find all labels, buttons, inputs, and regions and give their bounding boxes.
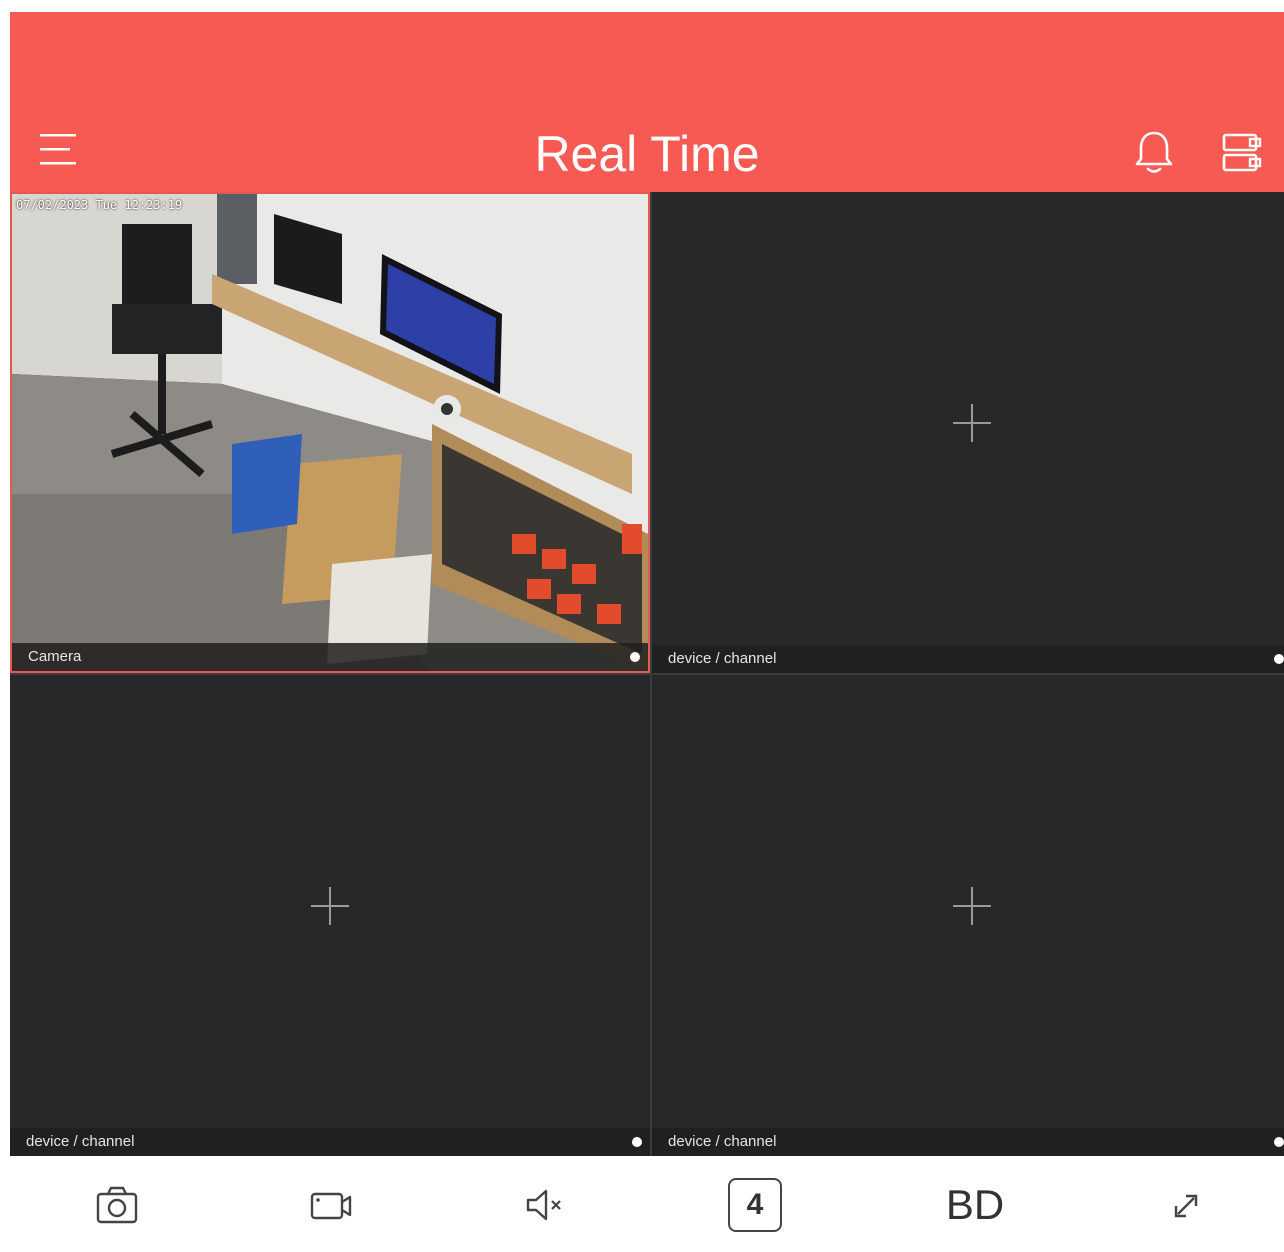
status-dot (632, 1137, 642, 1147)
bell-icon[interactable] (1132, 128, 1176, 176)
add-channel-icon[interactable] (311, 886, 349, 925)
status-dot (1274, 654, 1284, 664)
cell-label: device / channel (668, 1133, 777, 1150)
video-cell-3[interactable]: device / channel (10, 675, 650, 1156)
camera-feed: 07/02/2023 Tue 12:23:19 (12, 194, 648, 671)
camera-timestamp: 07/02/2023 Tue 12:23:19 (16, 198, 183, 212)
cell-footer: device / channel (652, 645, 1284, 673)
add-channel-icon[interactable] (953, 403, 991, 442)
status-dot (630, 652, 640, 662)
cell-label: device / channel (26, 1133, 135, 1150)
device-list-icon[interactable] (1222, 132, 1264, 174)
camera-icon[interactable] (86, 1178, 146, 1232)
expand-icon[interactable] (1156, 1178, 1216, 1232)
cell-footer: Camera (12, 643, 648, 671)
stream-quality-button[interactable]: BD (930, 1178, 1020, 1232)
video-record-icon[interactable] (300, 1178, 360, 1232)
cell-footer: device / channel (652, 1128, 1284, 1156)
bottom-toolbar: 4 BD (10, 1156, 1284, 1252)
video-cell-2[interactable]: device / channel (652, 192, 1284, 673)
cell-label: Camera (28, 648, 82, 665)
video-grid: 07/02/2023 Tue 12:23:19 Camera device / … (10, 192, 1284, 1156)
cell-footer: device / channel (10, 1128, 650, 1156)
header-bar: Real Time (10, 12, 1284, 192)
grid-divider-horizontal (10, 673, 1284, 675)
video-cell-4[interactable]: device / channel (652, 675, 1284, 1156)
status-dot (1274, 1137, 1284, 1147)
page-title: Real Time (534, 126, 760, 182)
split-screen-button[interactable]: 4 (728, 1178, 782, 1232)
add-channel-icon[interactable] (953, 886, 991, 925)
video-cell-1[interactable]: 07/02/2023 Tue 12:23:19 Camera (10, 192, 650, 673)
app: Real Time 07/02/2023 Tue 12:23:19 Camera… (10, 12, 1284, 1252)
mute-icon[interactable] (514, 1178, 574, 1232)
cell-label: device / channel (668, 650, 777, 667)
